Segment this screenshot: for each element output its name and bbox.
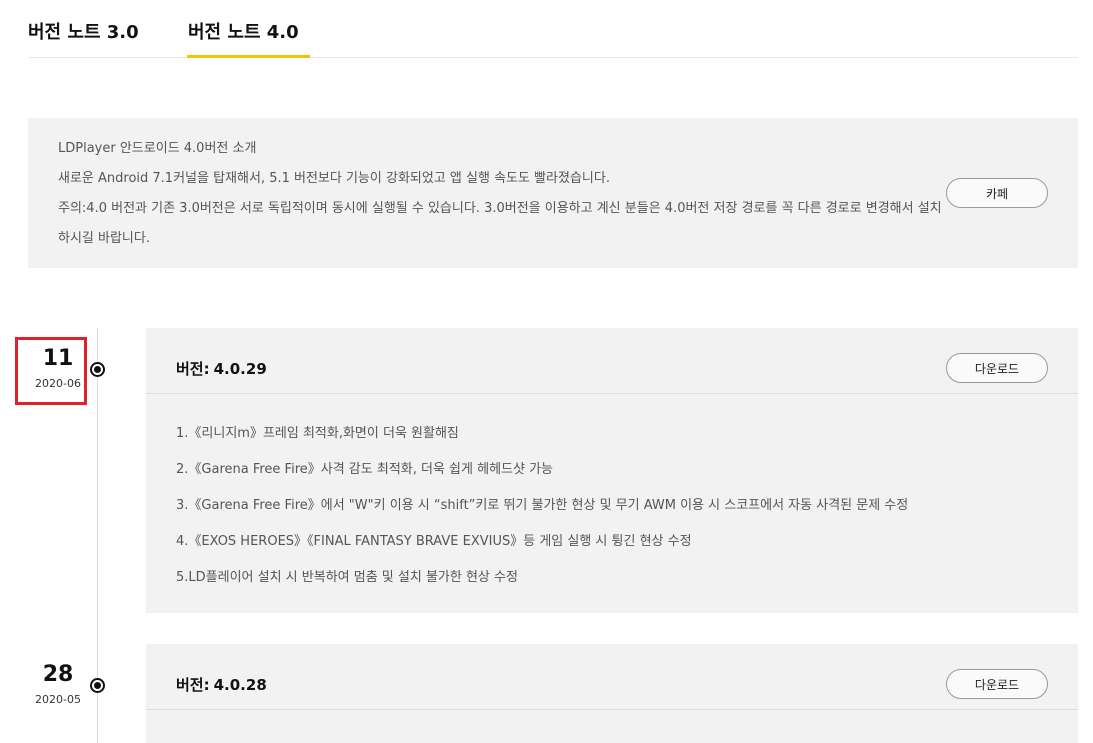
release-note-item: 4.《EXOS HEROES》《FINAL FANTASY BRAVE EXVI… [176, 534, 692, 549]
intro-notice: 주의:4.0 버전과 기존 3.0버전은 서로 독립적이며 동시에 실행될 수 … [58, 201, 942, 246]
download-button[interactable]: 다운로드 [946, 669, 1048, 699]
timeline-dot-icon [90, 678, 105, 693]
version-number: 4.0.29 [213, 360, 267, 378]
intro-text: LDPlayer 안드로이드 4.0버전 소개 새로운 Android 7.1커… [58, 134, 948, 254]
release-note-item: 2.《Garena Free Fire》사격 감도 최적화, 더욱 쉽게 헤헤드… [176, 462, 554, 477]
tab-version-notes-4[interactable]: 버전 노트 4.0 [188, 18, 299, 44]
version-label: 버전: [176, 676, 210, 694]
release-version: 버전: 4.0.29 [176, 358, 267, 379]
release-note-item: 1.《리니지m》프레임 최적화,화면이 더욱 원활해짐 [176, 426, 459, 441]
version-label: 버전: [176, 360, 210, 378]
release-card-header: 버전: 4.0.29 다운로드 [146, 328, 1078, 394]
timeline-dot-icon [90, 362, 105, 377]
release-note-item: 3.《Garena Free Fire》에서 "W"키 이용 시 “shift”… [176, 498, 909, 513]
release-notes-list: 1.《리니지m》프레임 최적화,화면이 더욱 원활해짐 2.《Garena Fr… [146, 394, 1078, 596]
cafe-button[interactable]: 카페 [946, 178, 1048, 208]
release-note-item: 5.LD플레이어 설치 시 반복하여 멈춤 및 설치 불가한 현상 수정 [176, 570, 518, 585]
intro-panel: LDPlayer 안드로이드 4.0버전 소개 새로운 Android 7.1커… [28, 118, 1078, 268]
release-day: 28 [42, 662, 74, 687]
version-number: 4.0.28 [213, 676, 267, 694]
version-notes-tabs: 버전 노트 3.0 버전 노트 4.0 [28, 0, 1078, 58]
release-card-header: 버전: 4.0.28 다운로드 [146, 644, 1078, 710]
active-tab-indicator [187, 55, 310, 58]
tab-version-notes-3[interactable]: 버전 노트 3.0 [28, 18, 139, 44]
release-card: 버전: 4.0.28 다운로드 [146, 644, 1078, 743]
release-card: 버전: 4.0.29 다운로드 1.《리니지m》프레임 최적화,화면이 더욱 원활… [146, 328, 1078, 613]
download-button[interactable]: 다운로드 [946, 353, 1048, 383]
release-date: 28 2020-05 [23, 662, 93, 706]
intro-description: 새로운 Android 7.1커널을 탑재해서, 5.1 버전보다 기능이 강화… [58, 171, 610, 186]
intro-title: LDPlayer 안드로이드 4.0버전 소개 [58, 141, 257, 156]
release-year-month: 2020-05 [35, 693, 81, 706]
release-version: 버전: 4.0.28 [176, 674, 267, 695]
date-highlight-box [15, 337, 87, 405]
